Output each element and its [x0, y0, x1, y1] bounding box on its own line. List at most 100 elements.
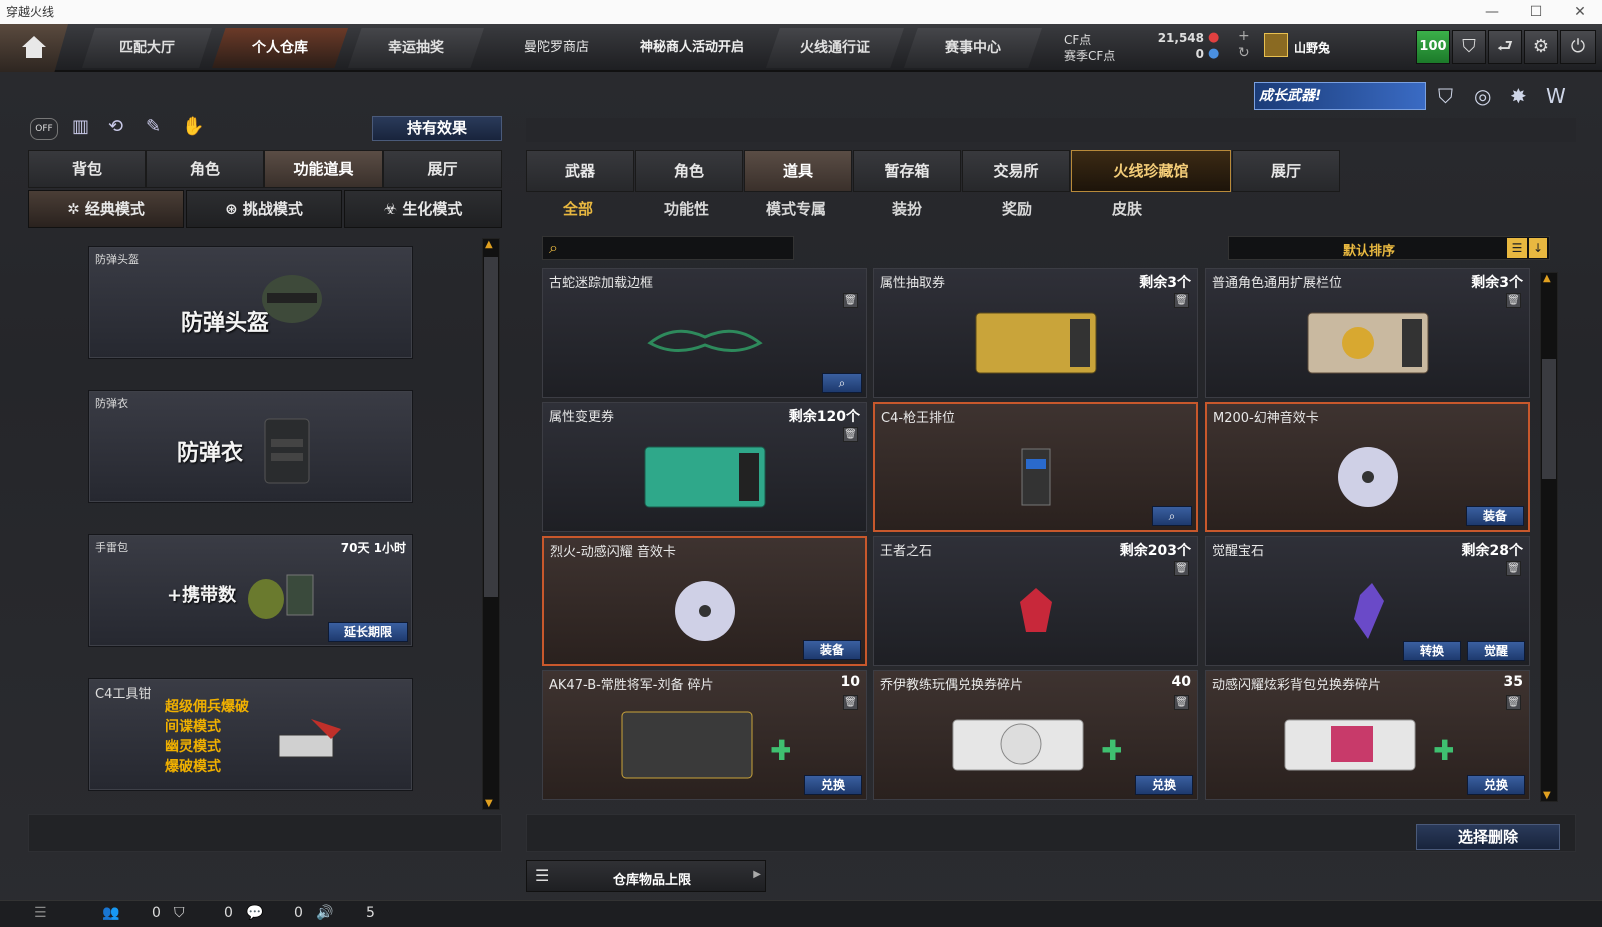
delete-icon[interactable]: 🗑 — [1506, 293, 1521, 308]
growth-weapon-banner[interactable]: 成长武器! — [1254, 82, 1426, 110]
subtab-functional[interactable]: 功能性 — [664, 198, 709, 219]
left-scrollbar[interactable]: ▲ ▼ — [482, 238, 500, 810]
subtab-mode-exclusive[interactable]: 模式专属 — [766, 198, 826, 219]
item-card[interactable]: 王者之石 剩余203个 🗑 — [873, 536, 1198, 666]
toggle-off-icon[interactable]: OFF — [30, 118, 58, 140]
item-card[interactable]: 烈火-动感闪耀 音效卡 装备 — [542, 536, 867, 666]
tab-mandala-shop[interactable]: 曼陀罗商店 — [524, 28, 589, 68]
return-icon[interactable]: ⮐ — [1488, 30, 1522, 64]
item-card[interactable]: 觉醒宝石 剩余28个 🗑 转换 觉醒 — [1205, 536, 1530, 666]
right-tab-characters[interactable]: 角色 — [635, 150, 743, 192]
friends-icon[interactable]: 👥 — [102, 905, 119, 921]
left-item-vest[interactable]: 防弹衣 防弹衣 — [88, 390, 413, 503]
left-item-helmet[interactable]: 防弹头盔 防弹头盔 — [88, 246, 413, 359]
redeem-button[interactable]: 兑换 — [1135, 775, 1193, 795]
delete-icon[interactable]: 🗑 — [843, 427, 858, 442]
tab-lucky-draw[interactable]: 幸运抽奖 — [348, 28, 484, 68]
left-item-grenade-pack[interactable]: 手雷包 70天 1小时 +携带数 延长期限 — [88, 534, 413, 647]
sort-dropdown[interactable]: 默认排序 ☰ ↓ — [1228, 236, 1550, 260]
right-scrollbar-thumb[interactable] — [1542, 359, 1556, 479]
equip-button[interactable]: 装备 — [803, 640, 861, 660]
extend-button[interactable]: 延长期限 — [328, 622, 408, 642]
badge-icon-3[interactable]: ✸ — [1510, 84, 1527, 108]
badge-icon-4[interactable]: W — [1546, 84, 1566, 108]
close-icon[interactable]: ✕ — [1558, 0, 1602, 24]
delete-icon[interactable]: 🗑 — [843, 695, 858, 710]
item-card[interactable]: C4-枪王排位 ⌕ — [873, 402, 1198, 532]
left-tab-character[interactable]: 角色 — [146, 150, 264, 188]
tab-match-hall[interactable]: 匹配大厅 — [82, 28, 212, 68]
item-card[interactable]: 普通角色通用扩展栏位 剩余3个 🗑 — [1205, 268, 1530, 398]
volume-icon[interactable]: 🔊 — [316, 905, 333, 921]
scroll-down-icon[interactable]: ▼ — [485, 798, 493, 809]
preview-icon[interactable]: ⌕ — [822, 373, 862, 393]
expand-arrow-icon[interactable]: ▶ — [753, 869, 761, 880]
held-effects-button[interactable]: 持有效果 — [372, 116, 502, 141]
minimize-icon[interactable]: — — [1470, 0, 1514, 24]
left-tab-functional[interactable]: 功能道具 — [264, 150, 383, 188]
scroll-up-icon[interactable]: ▲ — [485, 239, 493, 250]
sort-order-icon[interactable]: ↓ — [1529, 238, 1547, 258]
list-icon[interactable]: ☰ — [1507, 238, 1527, 258]
select-delete-button[interactable]: 选择删除 — [1416, 824, 1560, 850]
item-card[interactable]: 古蛇迷踪加载边框 🗑 ⌕ — [542, 268, 867, 398]
subtab-rewards[interactable]: 奖励 — [1002, 198, 1032, 219]
menu-icon[interactable]: ☰ — [34, 905, 47, 921]
item-card[interactable]: AK47-B-常胜将军-刘备 碎片 10 🗑 ✚ 兑换 — [542, 670, 867, 800]
badge-icon-2[interactable]: ◎ — [1474, 84, 1491, 108]
delete-icon[interactable]: 🗑 — [1506, 695, 1521, 710]
add-icon[interactable]: + — [1238, 28, 1250, 44]
history-icon[interactable]: ⟲ — [108, 116, 123, 137]
mode-classic[interactable]: ✲ 经典模式 — [28, 190, 184, 228]
awaken-button[interactable]: 觉醒 — [1467, 641, 1525, 661]
left-tab-showroom[interactable]: 展厅 — [383, 150, 502, 188]
badge-icon-1[interactable]: ⛉ — [1438, 84, 1453, 108]
item-card[interactable]: 乔伊教练玩偶兑换券碎片 40 🗑 ✚ 兑换 — [873, 670, 1198, 800]
maximize-icon[interactable]: ☐ — [1514, 0, 1558, 24]
convert-button[interactable]: 转换 — [1403, 641, 1461, 661]
item-card[interactable]: M200-幻神音效卡 装备 — [1205, 402, 1530, 532]
right-tab-exchange[interactable]: 交易所 — [962, 150, 1070, 192]
subtab-skins[interactable]: 皮肤 — [1112, 198, 1142, 219]
scroll-up-icon[interactable]: ▲ — [1543, 273, 1551, 284]
glove-icon[interactable]: ✋ — [182, 116, 204, 137]
tab-personal-storage[interactable]: 个人仓库 — [212, 28, 348, 68]
mode-zombie[interactable]: ☣ 生化模式 — [344, 190, 502, 228]
power-icon[interactable]: ⏻ — [1560, 30, 1596, 64]
preview-icon[interactable]: ⌕ — [1152, 506, 1192, 526]
right-tab-props[interactable]: 道具 — [744, 150, 852, 192]
redeem-button[interactable]: 兑换 — [1467, 775, 1525, 795]
subtab-all[interactable]: 全部 — [563, 198, 593, 219]
tab-mystery-merchant[interactable]: 神秘商人活动开启 — [640, 28, 744, 68]
tab-battle-pass[interactable]: 火线通行证 — [766, 28, 904, 68]
right-tab-collection[interactable]: 火线珍藏馆 — [1071, 150, 1231, 192]
right-tab-weapons[interactable]: 武器 — [526, 150, 634, 192]
right-scrollbar[interactable]: ▲ ▼ — [1540, 272, 1558, 802]
right-tab-showroom[interactable]: 展厅 — [1232, 150, 1340, 192]
tab-event-center[interactable]: 赛事中心 — [904, 28, 1042, 68]
delete-icon[interactable]: 🗑 — [1174, 293, 1189, 308]
left-scrollbar-thumb[interactable] — [484, 257, 498, 597]
redeem-button[interactable]: 兑换 — [804, 775, 862, 795]
item-card[interactable]: 属性抽取券 剩余3个 🗑 — [873, 268, 1198, 398]
subtab-dress-up[interactable]: 装扮 — [892, 198, 922, 219]
mode-challenge[interactable]: ⊛ 挑战模式 — [186, 190, 342, 228]
left-tab-backpack[interactable]: 背包 — [28, 150, 146, 188]
search-box[interactable]: ⌕ — [542, 236, 794, 260]
left-item-c4-pliers[interactable]: C4工具钳 超级佣兵爆破 间谍模式 幽灵模式 爆破模式 — [88, 678, 413, 791]
stats-icon[interactable]: ▥ — [72, 116, 89, 137]
item-card[interactable]: 动感闪耀炫彩背包兑换券碎片 35 🗑 ✚ 兑换 — [1205, 670, 1530, 800]
scroll-down-icon[interactable]: ▼ — [1543, 790, 1551, 801]
right-tab-storage-box[interactable]: 暂存箱 — [853, 150, 961, 192]
delete-icon[interactable]: 🗑 — [1174, 695, 1189, 710]
capacity-bar[interactable]: ☰ 仓库物品上限 ▶ — [526, 860, 766, 892]
item-card[interactable]: 属性变更券 剩余120个 🗑 — [542, 402, 867, 532]
shield-icon[interactable]: ⛉ — [1452, 30, 1486, 64]
delete-icon[interactable]: 🗑 — [843, 293, 858, 308]
delete-icon[interactable]: 🗑 — [1174, 561, 1189, 576]
repair-icon[interactable]: ✎ — [146, 116, 161, 137]
refresh-icon[interactable]: ↻ — [1238, 45, 1250, 61]
chat-icon[interactable]: 💬 — [246, 905, 263, 921]
equip-button[interactable]: 装备 — [1466, 506, 1524, 526]
search-input[interactable] — [569, 239, 789, 257]
